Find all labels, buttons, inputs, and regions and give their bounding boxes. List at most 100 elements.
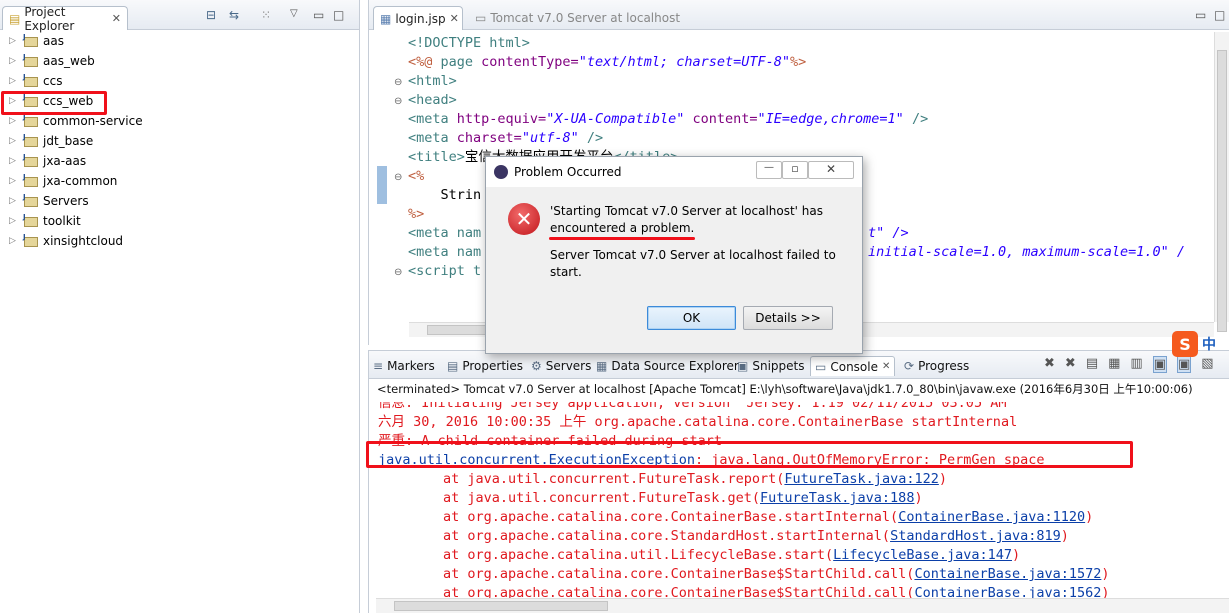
code-token: charset= xyxy=(456,130,522,146)
tab-console[interactable]: ▭ Console ✕ xyxy=(810,356,896,376)
expand-arrow-icon[interactable]: ▷ xyxy=(9,216,19,226)
display-console-icon[interactable]: ▣ xyxy=(1177,356,1192,373)
dialog-message-primary: 'Starting Tomcat v7.0 Server at localhos… xyxy=(550,204,824,235)
collapse-all-icon[interactable]: ⊟ xyxy=(206,8,216,22)
console-text: at org.apache.catalina.core.ContainerBas… xyxy=(443,509,899,525)
expand-arrow-icon[interactable]: ▷ xyxy=(9,36,19,46)
tree-item-aas-web[interactable]: ▷ Jaas_web xyxy=(0,51,359,71)
maximize-icon[interactable]: □ xyxy=(333,8,344,22)
tab-label: Progress xyxy=(918,359,970,373)
tree-item-jxa-aas[interactable]: ▷ Jjxa-aas xyxy=(0,151,359,171)
tab-tomcat-server[interactable]: ▭ Tomcat v7.0 Server at localhost xyxy=(469,6,686,30)
code-token: <!DOCTYPE html> xyxy=(408,35,530,51)
scrollbar-thumb[interactable] xyxy=(394,601,608,611)
close-icon[interactable]: ✕ xyxy=(450,12,459,25)
project-icon: J xyxy=(23,174,39,188)
tab-icon: ⟳ xyxy=(904,359,915,373)
code-token: <meta xyxy=(408,130,457,146)
maximize-icon[interactable]: □ xyxy=(1214,8,1225,22)
open-console-icon[interactable]: ▧ xyxy=(1201,356,1213,373)
console-stack-line: at org.apache.catalina.core.ContainerBas… xyxy=(443,509,1094,525)
word-wrap-icon[interactable]: ▥ xyxy=(1130,356,1142,373)
filter-icon[interactable]: ⁙ xyxy=(261,8,271,22)
pin-console-icon[interactable]: ▣ xyxy=(1152,356,1167,373)
code-line: <meta http-equiv="X-UA-Compatible" conte… xyxy=(408,110,928,129)
tab-progress[interactable]: ⟳ Progress xyxy=(904,356,969,376)
ruler-marker xyxy=(377,166,387,204)
stack-link[interactable]: ContainerBase.java:1572 xyxy=(914,566,1101,582)
stack-link[interactable]: LifecycleBase.java:147 xyxy=(833,547,1012,563)
project-icon: J xyxy=(23,134,39,148)
minimize-icon[interactable]: — xyxy=(756,161,782,179)
tree-item-aas[interactable]: ▷ Jaas xyxy=(0,31,359,51)
stack-link[interactable]: ContainerBase.java:1120 xyxy=(898,509,1085,525)
expand-arrow-icon[interactable]: ▷ xyxy=(9,236,19,246)
fold-marker-icon[interactable]: ⊖ xyxy=(394,96,402,107)
stack-link[interactable]: FutureTask.java:122 xyxy=(784,471,938,487)
tree-item-ccs[interactable]: ▷ Jccs xyxy=(0,71,359,91)
minimize-icon[interactable]: ▭ xyxy=(313,8,324,22)
code-fragment: initial-scale=1.0, maximum-scale=1.0" / xyxy=(868,243,1185,262)
tree-item-jxa-common[interactable]: ▷ Jjxa-common xyxy=(0,171,359,191)
fold-marker-icon[interactable]: ⊖ xyxy=(394,77,402,88)
fold-marker-icon[interactable]: ⊖ xyxy=(394,267,402,278)
dialog-title: Problem Occurred xyxy=(514,165,622,179)
ok-button[interactable]: OK xyxy=(647,306,736,330)
stack-link[interactable]: StandardHost.java:819 xyxy=(890,528,1061,544)
problem-dialog: Problem Occurred — ▫ ✕ ✕ 'Starting Tomca… xyxy=(485,156,863,354)
dialog-titlebar: Problem Occurred — ▫ ✕ xyxy=(486,157,862,187)
tab-data-source-explorer[interactable]: ▦ Data Source Explorer xyxy=(596,356,739,376)
vertical-scrollbar[interactable] xyxy=(1214,32,1229,332)
tab-servers[interactable]: ⚙ Servers xyxy=(531,356,591,376)
project-icon: J xyxy=(23,234,39,248)
code-token: <head> xyxy=(408,92,457,108)
close-icon[interactable]: ✕ xyxy=(882,361,890,372)
close-icon[interactable]: ✕ xyxy=(808,161,854,179)
scrollbar-thumb[interactable] xyxy=(1217,50,1227,332)
project-icon: J xyxy=(23,74,39,88)
console-text: 信息: Initiating Jersey application, versi… xyxy=(378,402,1015,411)
tab-login-jsp[interactable]: ▦ login.jsp ✕ xyxy=(373,6,463,30)
tab-markers[interactable]: ≡ Markers xyxy=(373,356,435,376)
code-token: page xyxy=(440,54,482,70)
expand-arrow-icon[interactable]: ▷ xyxy=(9,176,19,186)
code-token: "text/html; charset=UTF-8" xyxy=(578,54,791,70)
expand-arrow-icon[interactable]: ▷ xyxy=(9,116,19,126)
fold-marker-icon[interactable]: ⊖ xyxy=(394,172,402,183)
tree-item-jdt-base[interactable]: ▷ Jjdt_base xyxy=(0,131,359,151)
code-token: <meta xyxy=(408,111,457,127)
view-menu-icon[interactable]: ▽ xyxy=(290,8,298,19)
scroll-lock-icon[interactable]: ▦ xyxy=(1108,356,1120,373)
close-icon[interactable]: ✕ xyxy=(112,12,121,25)
remove-all-icon[interactable]: ✖ xyxy=(1065,356,1076,373)
console-text: at java.util.concurrent.FutureTask.repor… xyxy=(443,471,785,487)
console-hscrollbar[interactable] xyxy=(376,598,1229,613)
minimize-icon[interactable]: ▭ xyxy=(1195,8,1206,22)
tab-properties[interactable]: ▤ Properties xyxy=(447,356,523,376)
tree-item-servers[interactable]: ▷ J Servers xyxy=(0,191,359,211)
server-icon: ▭ xyxy=(475,11,487,25)
stack-link[interactable]: FutureTask.java:188 xyxy=(760,490,914,506)
console-stack-line: at java.util.concurrent.FutureTask.get(F… xyxy=(443,490,923,506)
console-text: 六月 30, 2016 10:00:35 上午 org.apache.catal… xyxy=(378,414,1018,430)
expand-arrow-icon[interactable]: ▷ xyxy=(9,196,19,206)
tab-project-explorer[interactable]: ▤ Project Explorer ✕ xyxy=(2,5,128,33)
tree-item-toolkit[interactable]: ▷ Jtoolkit xyxy=(0,211,359,231)
tab-snippets[interactable]: ▣ Snippets xyxy=(737,356,804,376)
expand-arrow-icon[interactable]: ▷ xyxy=(9,56,19,66)
expand-arrow-icon[interactable]: ▷ xyxy=(9,76,19,86)
remove-launch-icon[interactable]: ✖ xyxy=(1044,356,1055,373)
details-button[interactable]: Details >> xyxy=(743,306,833,330)
tree-item-xinsightcloud[interactable]: ▷ Jxinsightcloud xyxy=(0,231,359,251)
console-stack-line: at java.util.concurrent.FutureTask.repor… xyxy=(443,471,947,487)
link-editor-icon[interactable]: ⇆ xyxy=(229,8,239,22)
restore-icon[interactable]: ▫ xyxy=(782,161,808,179)
console-stack-line: at org.apache.catalina.core.ContainerBas… xyxy=(443,566,1110,582)
tab-icon: ▦ xyxy=(596,359,608,373)
expand-arrow-icon[interactable]: ▷ xyxy=(9,136,19,146)
dialog-message-secondary: Server Tomcat v7.0 Server at localhost f… xyxy=(550,248,836,279)
project-icon: J xyxy=(23,154,39,168)
code-token: Strin xyxy=(408,187,482,203)
expand-arrow-icon[interactable]: ▷ xyxy=(9,156,19,166)
clear-console-icon[interactable]: ▤ xyxy=(1086,356,1098,373)
